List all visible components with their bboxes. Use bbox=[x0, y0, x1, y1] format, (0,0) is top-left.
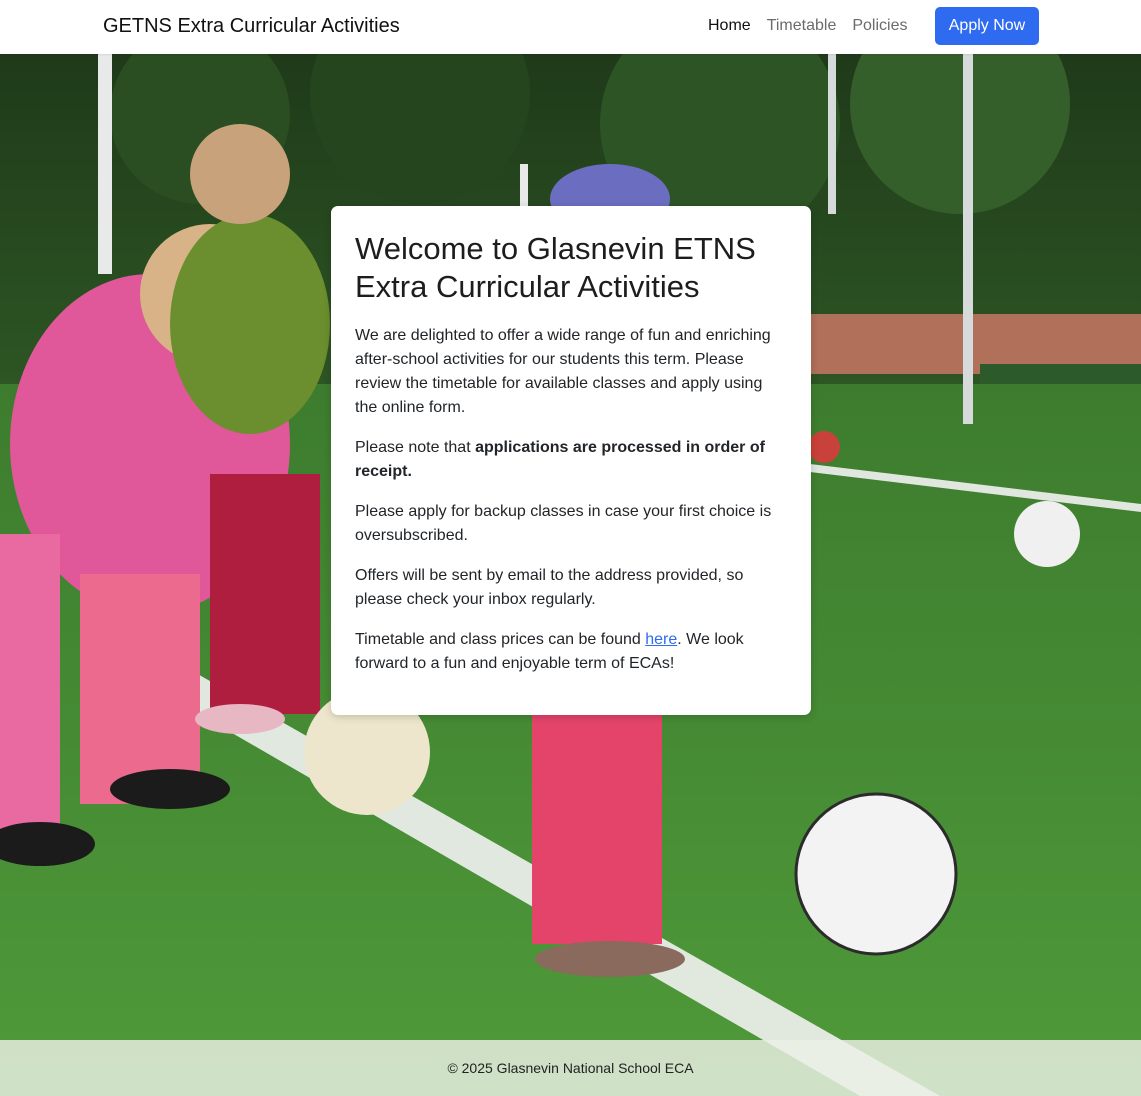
nav-link-timetable[interactable]: Timetable bbox=[767, 16, 837, 36]
processing-note: Please note that applications are proces… bbox=[355, 436, 787, 484]
page-footer: © 2025 Glasnevin National School ECA bbox=[0, 1040, 1141, 1096]
nav-links: Home Timetable Policies bbox=[708, 16, 907, 36]
welcome-card: Welcome to Glasnevin ETNS Extra Curricul… bbox=[331, 206, 811, 715]
backup-classes-note: Please apply for backup classes in case … bbox=[355, 503, 772, 544]
page-title: Welcome to Glasnevin ETNS Extra Curricul… bbox=[355, 231, 756, 304]
footer-copyright: © 2025 Glasnevin National School ECA bbox=[447, 1060, 694, 1076]
top-navbar: GETNS Extra Curricular Activities Home T… bbox=[0, 0, 1141, 54]
apply-now-button[interactable]: Apply Now bbox=[935, 7, 1039, 45]
intro-paragraph: We are delighted to offer a wide range o… bbox=[355, 327, 771, 416]
timetable-note: Timetable and class prices can be found … bbox=[355, 628, 787, 676]
timetable-here-link[interactable]: here bbox=[645, 631, 677, 648]
nav-link-policies[interactable]: Policies bbox=[852, 16, 907, 36]
timetable-note-prefix: Timetable and class prices can be found bbox=[355, 631, 646, 648]
offers-note: Offers will be sent by email to the addr… bbox=[355, 567, 744, 608]
nav-link-home[interactable]: Home bbox=[708, 16, 751, 36]
processing-note-prefix: Please note that bbox=[355, 439, 476, 456]
brand-link[interactable]: GETNS Extra Curricular Activities bbox=[103, 14, 400, 38]
